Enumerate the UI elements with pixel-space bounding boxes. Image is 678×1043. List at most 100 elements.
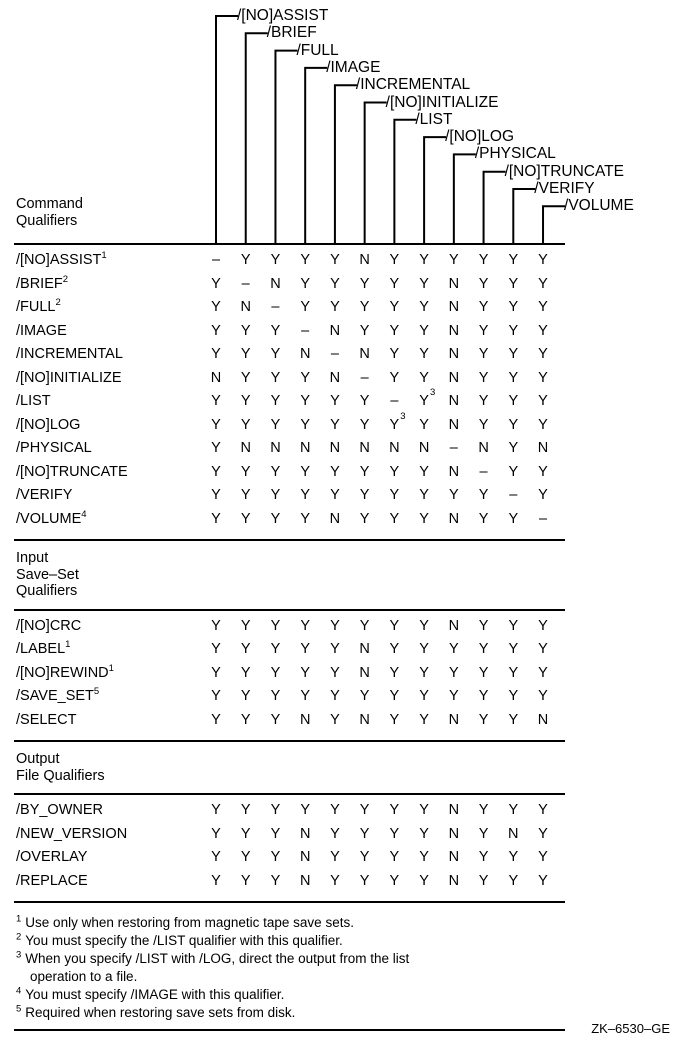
matrix-cell-value: Y (478, 825, 489, 842)
matrix-cell: Y (533, 642, 553, 657)
matrix-cell: Y (444, 253, 464, 268)
matrix-cell-value: Y (419, 510, 429, 527)
matrix-cell-value: N (329, 510, 341, 527)
matrix-cell-value: Y (508, 872, 519, 889)
matrix-cell-value: – (241, 275, 250, 292)
corner-title-line-2: Qualifiers (16, 213, 78, 229)
matrix-cell-value: Y (240, 872, 251, 889)
matrix-cell: N (355, 712, 375, 728)
matrix-cell: Y (474, 618, 494, 634)
matrix-cell: Y (355, 394, 375, 409)
matrix-cell-value: Y (389, 463, 400, 480)
matrix-cell-value: Y (211, 849, 221, 865)
matrix-cell-value: Y (359, 299, 370, 315)
matrix-cell-value: Y (538, 393, 548, 409)
leader-line-5 (333, 84, 357, 243)
matrix-cell: Y (384, 488, 404, 503)
matrix-cell: Y (384, 665, 404, 681)
leader-line-11 (512, 188, 536, 243)
matrix-cell: Y (533, 825, 553, 842)
matrix-cell-value: Y (211, 393, 221, 409)
column-header-label: /FULL (296, 41, 339, 59)
matrix-cell-value: Y (270, 825, 281, 842)
matrix-cell: Y (533, 276, 553, 292)
matrix-cell-value: Y (448, 688, 459, 704)
column-header-label: /[NO]INITIALIZE (385, 93, 499, 111)
matrix-cell-value: Y (211, 688, 221, 704)
row-label-text: /VERIFY (16, 487, 73, 503)
matrix-cell-value: Y (538, 688, 548, 704)
matrix-cell: Y (474, 300, 494, 315)
matrix-cell-value: Y (508, 299, 519, 315)
matrix-cell-value: Y (240, 322, 251, 339)
matrix-cell: Y (355, 300, 375, 315)
matrix-cell-value: Y (211, 463, 221, 480)
matrix-cell: Y (474, 253, 494, 268)
matrix-cell: Y (533, 347, 553, 362)
matrix-cell: Y (236, 322, 256, 339)
matrix-cell: Y (236, 417, 256, 433)
matrix-cell: Y (384, 510, 404, 527)
matrix-cell-value: Y (538, 802, 548, 818)
matrix-cell: Y3 (419, 387, 436, 409)
matrix-cell-value: N (448, 299, 460, 315)
matrix-cell-value: Y (211, 711, 221, 728)
row-label: /LIST (16, 394, 51, 409)
matrix-cell-value: Y (359, 510, 370, 527)
matrix-cell: Y (325, 689, 345, 704)
matrix-cell: N (444, 825, 464, 842)
matrix-cell-value: N (448, 711, 460, 728)
matrix-cell: Y (325, 488, 345, 503)
footnote: 4 You must specify /IMAGE with this quali… (16, 986, 284, 1003)
matrix-cell: Y (474, 803, 494, 818)
matrix-cell-value: N (448, 849, 460, 865)
matrix-cell-value: N (448, 617, 460, 634)
matrix-cell: Y (206, 441, 226, 456)
section-heading: Output File Qualifiers (16, 751, 105, 784)
matrix-cell: Y (414, 300, 434, 315)
matrix-cell: Y (295, 276, 315, 292)
matrix-cell: Y (325, 300, 345, 315)
matrix-cell: Y (265, 873, 285, 889)
matrix-cell-value: Y (478, 711, 489, 728)
matrix-cell-value: Y (330, 688, 340, 704)
matrix-cell-value: Y (240, 393, 251, 409)
matrix-cell: Y (236, 394, 256, 409)
matrix-cell-value: N (448, 825, 460, 842)
matrix-cell: Y (236, 488, 256, 503)
matrix-cell: Y (236, 511, 256, 527)
column-header-staircase: /[NO]ASSIST/BRIEF/FULL/IMAGE/INCREMENTAL… (0, 0, 678, 244)
matrix-cell-value: Y (359, 463, 370, 480)
section-rule (14, 608, 565, 611)
matrix-cell-value: Y (478, 688, 489, 704)
matrix-cell: Y (414, 642, 434, 657)
matrix-cell: Y (236, 618, 256, 634)
matrix-cell-value: Y (389, 510, 400, 527)
bottom-rule (14, 1029, 565, 1031)
matrix-cell-value: Y (330, 487, 340, 503)
matrix-cell: Y (503, 689, 523, 704)
matrix-cell: Y (533, 618, 553, 634)
matrix-cell: – (206, 253, 226, 268)
matrix-cell-value: Y (359, 802, 370, 818)
matrix-cell: Y (206, 394, 226, 409)
matrix-cell-value: N (210, 369, 222, 386)
matrix-cell-value: Y (508, 463, 519, 480)
row-label-text: /[NO]ASSIST (16, 252, 102, 268)
row-label: /SELECT (16, 712, 76, 728)
footnote-continuation-text: operation to a file. (30, 969, 138, 984)
matrix-cell-value: Y (389, 849, 400, 865)
matrix-cell-value: Y (538, 664, 548, 681)
matrix-cell-value: Y (211, 487, 221, 503)
row-footnote-marker: 1 (101, 250, 107, 262)
matrix-cell-value: Y (300, 617, 311, 634)
matrix-cell-value: Y (330, 825, 340, 842)
section-rule (14, 740, 565, 742)
matrix-cell-value: Y (330, 872, 340, 889)
matrix-cell: Y (384, 873, 404, 889)
matrix-cell-value: N (329, 369, 341, 386)
matrix-cell-value: Y (538, 825, 548, 842)
column-header-label: /VOLUME (564, 197, 634, 215)
matrix-cell: N (444, 873, 464, 889)
matrix-cell-value: Y (240, 641, 251, 657)
